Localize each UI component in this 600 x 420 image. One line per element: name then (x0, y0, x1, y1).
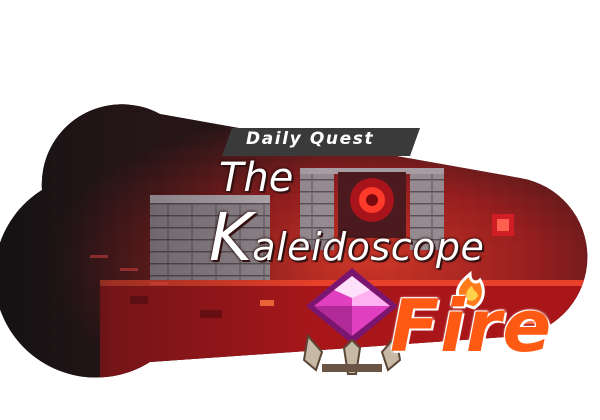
title-line-the: The (219, 155, 294, 201)
title-line-fire: Fire (390, 284, 553, 368)
title-line-kaleidoscope: Kaleidoscope (209, 205, 484, 271)
title-initial-k: K (209, 199, 253, 276)
quest-banner: Daily Quest The Kaleidoscope Fire (0, 0, 600, 420)
title-rest-kaleidoscope: aleidoscope (252, 225, 485, 269)
daily-quest-label: Daily Quest (246, 129, 375, 149)
